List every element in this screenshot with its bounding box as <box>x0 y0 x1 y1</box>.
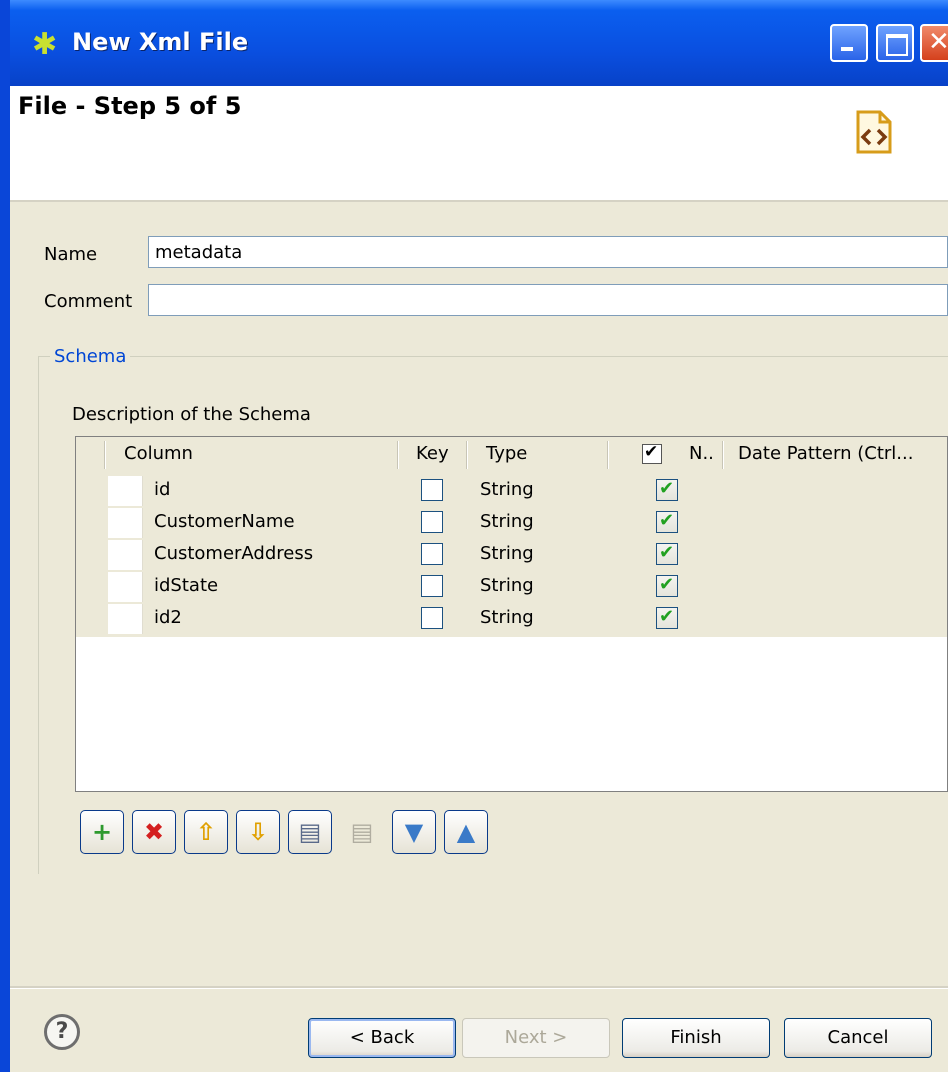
column-name-cell[interactable]: CustomerName <box>154 511 295 532</box>
key-checkbox[interactable] <box>421 479 443 501</box>
move-down-icon: ⇩ <box>247 818 269 846</box>
xml-file-icon <box>856 110 892 154</box>
export-icon: ▲ <box>456 818 476 846</box>
type-cell[interactable]: String <box>480 575 534 596</box>
table-row[interactable]: id String <box>76 475 947 507</box>
minimize-button[interactable] <box>830 24 868 62</box>
title-bar[interactable]: ✱ New Xml File <box>10 0 948 86</box>
schema-description: Description of the Schema <box>72 404 311 425</box>
column-name-cell[interactable]: CustomerAddress <box>154 543 313 564</box>
nullable-checkbox[interactable] <box>656 542 678 565</box>
column-name-cell[interactable]: id2 <box>154 607 182 628</box>
move-up-button[interactable]: ⇧ <box>184 810 228 854</box>
row-header-cell[interactable] <box>108 476 143 506</box>
wizard-header: File - Step 5 of 5 <box>10 86 948 202</box>
window-title: New Xml File <box>72 28 249 56</box>
column-header-nullable[interactable]: N.. <box>689 443 714 464</box>
delete-icon: ✖ <box>143 818 165 846</box>
step-title: File - Step 5 of 5 <box>18 92 242 120</box>
row-header-cell[interactable] <box>108 572 143 602</box>
back-button[interactable]: < Back <box>308 1018 456 1058</box>
key-checkbox[interactable] <box>421 511 443 533</box>
row-header-cell[interactable] <box>108 604 143 634</box>
table-row[interactable]: id2 String <box>76 603 947 635</box>
nullable-checkbox[interactable] <box>656 510 678 533</box>
table-row[interactable]: CustomerAddress String <box>76 539 947 571</box>
paste-icon: ▤ <box>350 818 374 846</box>
comment-field[interactable] <box>148 284 948 316</box>
key-checkbox[interactable] <box>421 607 443 629</box>
type-cell[interactable]: String <box>480 543 534 564</box>
nullable-checkbox[interactable] <box>656 574 678 597</box>
move-down-button[interactable]: ⇩ <box>236 810 280 854</box>
row-header-cell[interactable] <box>108 508 143 538</box>
paste-button[interactable]: ▤ <box>340 810 384 854</box>
nullable-select-all-checkbox[interactable] <box>642 442 662 464</box>
column-header-key[interactable]: Key <box>416 443 449 464</box>
type-cell[interactable]: String <box>480 511 534 532</box>
app-star-icon: ✱ <box>32 27 58 62</box>
schema-legend: Schema <box>50 346 131 367</box>
table-header: Column Key Type N.. Date Pattern (Ctrl..… <box>76 437 947 474</box>
column-name-cell[interactable]: id <box>154 479 170 500</box>
row-header-cell[interactable] <box>108 540 143 570</box>
next-button[interactable]: Next > <box>462 1018 610 1058</box>
column-header-type[interactable]: Type <box>486 443 527 464</box>
finish-button[interactable]: Finish <box>622 1018 770 1058</box>
add-icon: + <box>91 818 113 846</box>
dialog-client-area: File - Step 5 of 5 Name Comment Schema D… <box>10 86 948 1072</box>
column-name-cell[interactable]: idState <box>154 575 218 596</box>
column-header-date-pattern[interactable]: Date Pattern (Ctrl... <box>738 443 913 464</box>
name-label: Name <box>44 244 98 265</box>
copy-icon: ▤ <box>298 818 322 846</box>
type-cell[interactable]: String <box>480 479 534 500</box>
import-icon: ▼ <box>404 818 424 846</box>
name-field[interactable] <box>148 236 948 268</box>
key-checkbox[interactable] <box>421 575 443 597</box>
type-cell[interactable]: String <box>480 607 534 628</box>
comment-label: Comment <box>44 291 133 312</box>
header-separator <box>722 441 724 469</box>
nullable-checkbox[interactable] <box>656 606 678 629</box>
header-separator <box>104 441 106 469</box>
button-bar-separator <box>10 986 948 989</box>
copy-button[interactable]: ▤ <box>288 810 332 854</box>
import-button[interactable]: ▼ <box>392 810 436 854</box>
add-button[interactable]: + <box>80 810 124 854</box>
delete-button[interactable]: ✖ <box>132 810 176 854</box>
table-row[interactable]: CustomerName String <box>76 507 947 539</box>
export-button[interactable]: ▲ <box>444 810 488 854</box>
close-button[interactable] <box>920 24 948 62</box>
cancel-button[interactable]: Cancel <box>784 1018 932 1058</box>
key-checkbox[interactable] <box>421 543 443 565</box>
help-icon[interactable]: ? <box>44 1014 80 1050</box>
schema-table[interactable]: Column Key Type N.. Date Pattern (Ctrl..… <box>75 436 948 792</box>
nullable-checkbox[interactable] <box>656 478 678 501</box>
move-up-icon: ⇧ <box>195 818 217 846</box>
header-separator <box>607 441 609 469</box>
maximize-button[interactable] <box>876 24 914 62</box>
header-separator <box>397 441 399 469</box>
table-row[interactable]: idState String <box>76 571 947 603</box>
column-header-column[interactable]: Column <box>124 443 193 464</box>
header-separator <box>466 441 468 469</box>
